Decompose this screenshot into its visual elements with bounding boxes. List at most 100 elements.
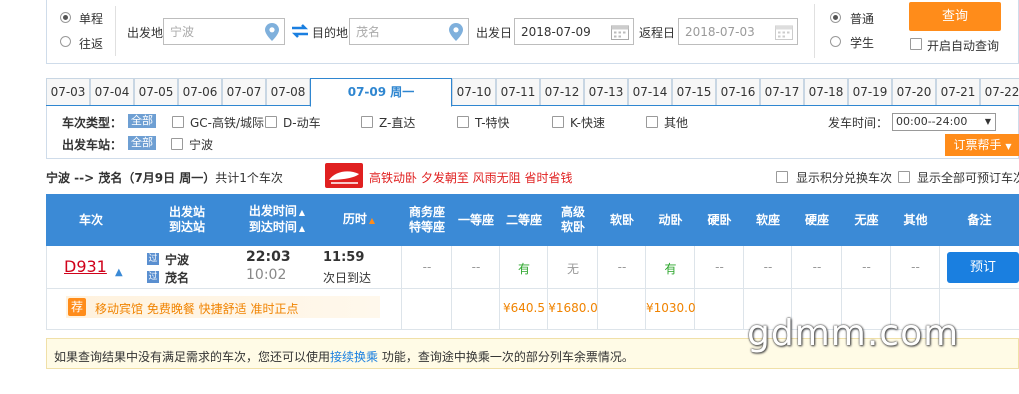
points-trains-checkbox[interactable]	[776, 171, 788, 183]
depart-date-field[interactable]	[514, 18, 634, 45]
date-tab[interactable]: 07-04	[90, 78, 134, 105]
to-station[interactable]: 茂名	[165, 269, 189, 286]
train-number-link[interactable]: D931	[64, 257, 107, 276]
col-train-label: 车次	[78, 212, 103, 227]
station-label-ningbo: 宁波	[189, 138, 214, 152]
train-type-checkbox[interactable]	[172, 116, 184, 128]
book-button[interactable]: 预订	[947, 252, 1019, 283]
date-tab[interactable]: 07-05	[134, 78, 178, 105]
student-label: 学生	[850, 36, 875, 50]
dropdown-arrow-icon: ▼	[1005, 142, 1012, 151]
seat-soft-seat: --	[763, 260, 773, 274]
points-trains-label: 显示积分兑换车次	[796, 171, 893, 185]
from-station[interactable]: 宁波	[165, 251, 189, 268]
col-premium-label-2: 软卧	[560, 220, 585, 234]
notice-after: 功能，查询途中换乘一次的部分列车余票情况。	[378, 350, 634, 364]
student-radio[interactable]	[830, 36, 841, 47]
calendar-icon[interactable]	[775, 24, 793, 40]
dropdown-arrow-icon: ▼	[984, 117, 991, 126]
grid-line	[46, 288, 1019, 289]
col-second-class-label: 二等座	[505, 212, 542, 227]
calendar-icon[interactable]	[611, 24, 629, 40]
seat-first-class: --	[471, 260, 481, 274]
sort-up-icon[interactable]: ▲	[299, 208, 305, 217]
date-tab[interactable]: 07-08	[266, 78, 310, 105]
depart-date-label: 出发日	[476, 26, 513, 40]
col-arrive-time: 到达时间	[248, 220, 297, 234]
station-checkbox-ningbo[interactable]	[171, 138, 183, 150]
sort-up-icon[interactable]: ▲	[299, 224, 305, 233]
col-stations-arrive: 到达站	[168, 220, 205, 234]
date-tab[interactable]: 07-12	[540, 78, 584, 105]
date-tab[interactable]: 07-03	[46, 78, 90, 105]
expand-stops-icon[interactable]: ▲	[115, 267, 123, 278]
date-tab[interactable]: 07-07	[222, 78, 266, 105]
to-field[interactable]	[349, 18, 469, 45]
train-type-label-item: 其他	[664, 116, 689, 130]
date-tab[interactable]: 07-17	[760, 78, 804, 105]
col-depart-time: 出发时间	[248, 204, 297, 218]
date-tab[interactable]: 07-09 周一	[310, 78, 452, 107]
watermark: gdmm.com	[747, 313, 960, 354]
from-field[interactable]	[163, 18, 285, 45]
date-tab[interactable]: 07-20	[892, 78, 936, 105]
sort-up-icon[interactable]: ▲	[369, 216, 375, 225]
query-button[interactable]: 查询	[909, 2, 1001, 31]
from-input[interactable]	[164, 19, 266, 44]
round-trip-radio[interactable]	[60, 36, 71, 47]
to-input[interactable]	[350, 19, 451, 44]
depart-date-input[interactable]	[515, 19, 616, 44]
date-tab[interactable]: 07-14	[628, 78, 672, 105]
pass-through-badge: 过	[147, 253, 159, 265]
date-tab[interactable]: 07-15	[672, 78, 716, 105]
seat-other: --	[911, 260, 920, 274]
col-business: 商务座 特等座	[402, 194, 452, 246]
col-business-label-2: 特等座	[408, 220, 445, 234]
adult-radio[interactable]	[830, 12, 841, 23]
seat-emu-sleeper[interactable]: 有	[646, 260, 695, 277]
train-type-checkbox[interactable]	[552, 116, 564, 128]
col-soft-sleeper: 软卧	[598, 194, 646, 246]
date-tab[interactable]: 07-22	[980, 78, 1019, 105]
date-tab[interactable]: 07-06	[178, 78, 222, 105]
all-bookable-checkbox[interactable]	[898, 171, 910, 183]
depart-time-select[interactable]: 00:00--24:00 ▼	[892, 113, 996, 131]
arrive-note: 次日到达	[323, 271, 372, 285]
return-date-input[interactable]	[679, 19, 780, 44]
filter-panel: 车次类型： 全部 GC-高铁/城际 D-动车 Z-直达 T-特快 K-快速 其他 出发车站…	[46, 106, 1019, 159]
train-type-checkbox[interactable]	[646, 116, 658, 128]
auto-query-checkbox[interactable]	[910, 38, 922, 50]
price-second-class: ¥640.5	[503, 301, 545, 315]
train-type-checkbox[interactable]	[361, 116, 373, 128]
swap-icon[interactable]	[290, 23, 310, 39]
high-speed-sleeper-logo	[325, 163, 363, 188]
col-no-seat-label: 无座	[854, 212, 879, 227]
col-second-class: 二等座	[500, 194, 548, 246]
ad-text[interactable]: 高铁动卧 夕发朝至 风雨无阻 省时省钱	[369, 169, 572, 186]
train-type-all-button[interactable]: 全部	[128, 114, 156, 128]
date-tab[interactable]: 07-10	[452, 78, 496, 105]
one-way-radio[interactable]	[60, 12, 71, 23]
seat-second-class[interactable]: 有	[500, 260, 548, 277]
col-other: 其他	[891, 194, 940, 246]
date-tab[interactable]: 07-21	[936, 78, 980, 105]
train-type-checkbox[interactable]	[457, 116, 469, 128]
train-type-checkbox[interactable]	[265, 116, 277, 128]
seat-business: --	[422, 260, 432, 274]
col-emu-sleeper-label: 动卧	[658, 212, 683, 227]
result-count: 共计1个车次	[215, 171, 283, 185]
col-duration[interactable]: 历时 ▲	[316, 194, 402, 246]
train-type-label-item: K-快速	[570, 116, 605, 130]
date-tab[interactable]: 07-18	[804, 78, 848, 105]
return-date-field[interactable]	[678, 18, 798, 45]
date-tab[interactable]: 07-11	[496, 78, 540, 105]
station-all-button[interactable]: 全部	[128, 136, 156, 150]
date-tab[interactable]: 07-16	[716, 78, 760, 105]
divider	[115, 6, 116, 56]
booking-helper-button[interactable]: 订票帮手 ▼	[945, 134, 1019, 156]
date-tab[interactable]: 07-19	[848, 78, 892, 105]
date-tab[interactable]: 07-13	[584, 78, 628, 105]
promo-bar: 荐 移动宾馆 免费晚餐 快捷舒适 准时正点	[66, 296, 380, 318]
col-times[interactable]: 出发时间 ▲ 到达时间 ▲	[238, 194, 316, 246]
transfer-link[interactable]: 接续换乘	[330, 350, 378, 364]
